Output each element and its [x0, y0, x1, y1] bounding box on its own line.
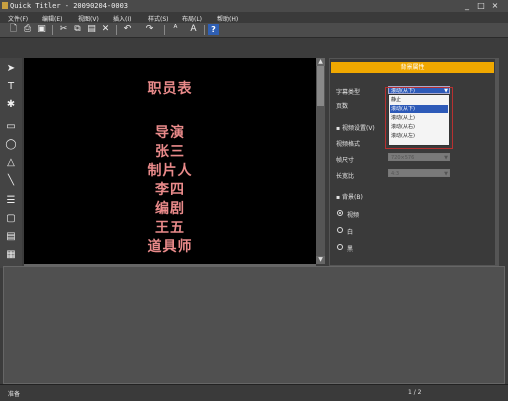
tool-palette: ➤ T ✱ ▭ ◯ △ ╲ ☰ ▢ ▤ ▦ — [0, 58, 22, 268]
properties-panel: 背景属性 字幕类型 滚动(从下) ▼ 页数 ▪ 视频设置(V) 视频格式 帧尺寸… — [329, 58, 499, 266]
frame-size-label: 帧尺寸 — [336, 157, 355, 164]
menu-bar: 文件(F) 编辑(E) 视图(V) 插入(I) 样式(S) 布局(L) 帮助(H… — [0, 12, 508, 23]
dropdown-option[interactable]: 滚动(从下) — [390, 105, 448, 113]
grid-tool-icon[interactable]: ▦ — [4, 248, 18, 262]
layer-tool-icon[interactable]: ▤ — [4, 230, 18, 244]
toolbar-separator — [52, 25, 53, 35]
credits-heading: 职员表 — [147, 81, 193, 97]
video-format-label: 视频格式 — [336, 141, 361, 148]
timeline-area[interactable] — [3, 266, 505, 384]
arrange-tool-icon[interactable]: ▢ — [4, 212, 18, 226]
chevron-down-icon: ▼ — [444, 155, 448, 161]
title-canvas[interactable]: 职员表 导演 张三 制片人 李四 编剧 王五 道具师 — [24, 58, 316, 264]
copy-icon[interactable]: ⧉ — [72, 24, 83, 35]
dropdown-option[interactable]: 滚动(从上) — [390, 114, 448, 122]
line-tool-icon[interactable]: ╲ — [4, 174, 18, 188]
bg-black-radio[interactable] — [337, 244, 343, 250]
status-message: 准备 — [8, 391, 21, 398]
page-indicator: 1 / 2 — [408, 389, 422, 396]
star-tool-icon[interactable]: ✱ — [4, 98, 18, 112]
panel-scrollbar[interactable] — [495, 59, 498, 265]
video-settings-text: 视频设置(V) — [341, 125, 375, 132]
select-arrow-icon[interactable]: ➤ — [4, 62, 18, 76]
dropdown-option[interactable]: 滚动(从左) — [390, 132, 448, 140]
background-section-label: ▪ 背景(B) — [336, 194, 363, 201]
aspect-ratio-label: 长宽比 — [336, 173, 355, 180]
triangle-tool-icon[interactable]: △ — [4, 156, 18, 170]
credit-line: 导演 — [155, 125, 185, 141]
app-window: Quick Titler - 20090204-0003 _ □ × 文件(F)… — [0, 0, 508, 401]
dropdown-option[interactable]: 滚动(从右) — [390, 123, 448, 131]
window-title: Quick Titler - 20090204-0003 — [10, 2, 129, 10]
menu-help[interactable]: 帮助(H) — [217, 14, 238, 23]
rectangle-tool-icon[interactable]: ▭ — [4, 120, 18, 134]
font-icon[interactable]: A — [188, 24, 199, 35]
cut-icon[interactable]: ✂ — [58, 24, 69, 35]
app-icon — [2, 2, 8, 9]
scrollbar-thumb[interactable] — [317, 66, 324, 106]
paste-icon[interactable]: ▤ — [86, 24, 97, 35]
maximize-button[interactable]: □ — [476, 1, 486, 10]
credit-line: 编剧 — [155, 201, 185, 217]
subtitle-type-dropdown[interactable]: 静止 滚动(从下) 滚动(从上) 滚动(从右) 滚动(从左) — [388, 94, 450, 146]
toolbar-separator — [116, 25, 117, 35]
menu-file[interactable]: 文件(F) — [8, 14, 28, 23]
menu-layout[interactable]: 布局(L) — [182, 14, 202, 23]
bg-white-radio[interactable] — [337, 227, 343, 233]
canvas-vertical-scrollbar[interactable]: ▲ ▼ — [316, 58, 325, 264]
title-bar: Quick Titler - 20090204-0003 _ □ × — [0, 0, 508, 12]
credit-line: 制片人 — [147, 163, 193, 179]
dropdown-option[interactable]: 静止 — [390, 96, 448, 104]
align-tool-icon[interactable]: ☰ — [4, 194, 18, 208]
bg-video-radio[interactable] — [337, 210, 343, 216]
frame-size-value: 720×576 — [391, 155, 415, 161]
undo-icon[interactable]: ↶ — [122, 24, 133, 35]
delete-icon[interactable]: ✕ — [100, 24, 111, 35]
save-icon[interactable]: ▣ — [36, 24, 47, 35]
menu-view[interactable]: 视图(V) — [78, 14, 99, 23]
bg-white-label: 白 — [347, 229, 354, 236]
toolbar-separator — [164, 25, 165, 35]
subtitle-type-label: 字幕类型 — [336, 89, 361, 96]
text-tool-icon[interactable]: T — [4, 80, 18, 94]
background-section-text: 背景(B) — [341, 194, 363, 201]
redo-icon[interactable]: ↷ — [144, 24, 155, 35]
credit-line: 李四 — [155, 182, 185, 198]
menu-insert[interactable]: 插入(I) — [113, 14, 131, 23]
new-file-icon[interactable]: 🗋 — [8, 24, 19, 35]
aspect-ratio-select[interactable]: 4:3 ▼ — [388, 169, 450, 177]
panel-header: 背景属性 — [331, 62, 494, 73]
bg-video-label: 视频 — [347, 212, 360, 219]
scroll-down-icon[interactable]: ▼ — [316, 256, 325, 264]
open-file-icon[interactable]: ⎙ — [22, 24, 33, 35]
scroll-up-icon[interactable]: ▲ — [316, 58, 325, 66]
ellipse-tool-icon[interactable]: ◯ — [4, 138, 18, 152]
toolbar: 🗋 ⎙ ▣ ✂ ⧉ ▤ ✕ ↶ ↷ ᴬ A ? — [0, 23, 508, 38]
minimize-button[interactable]: _ — [462, 1, 472, 10]
bg-black-label: 黑 — [347, 246, 354, 253]
toolbar-separator — [204, 25, 205, 35]
menu-edit[interactable]: 编辑(E) — [42, 14, 62, 23]
chevron-down-icon: ▼ — [444, 171, 448, 177]
credit-line: 道具师 — [147, 239, 193, 255]
menu-style[interactable]: 样式(S) — [148, 14, 169, 23]
page-count-label: 页数 — [336, 103, 349, 110]
status-bar: 准备 1 / 2 — [0, 384, 508, 401]
credit-line: 张三 — [155, 144, 185, 160]
close-button[interactable]: × — [490, 1, 500, 10]
text-style-icon[interactable]: ᴬ — [170, 24, 181, 35]
credit-line: 王五 — [155, 220, 185, 236]
aspect-ratio-value: 4:3 — [391, 171, 400, 177]
frame-size-select[interactable]: 720×576 ▼ — [388, 153, 450, 161]
help-icon[interactable]: ? — [208, 24, 219, 35]
video-settings-label: ▪ 视频设置(V) — [336, 125, 375, 132]
